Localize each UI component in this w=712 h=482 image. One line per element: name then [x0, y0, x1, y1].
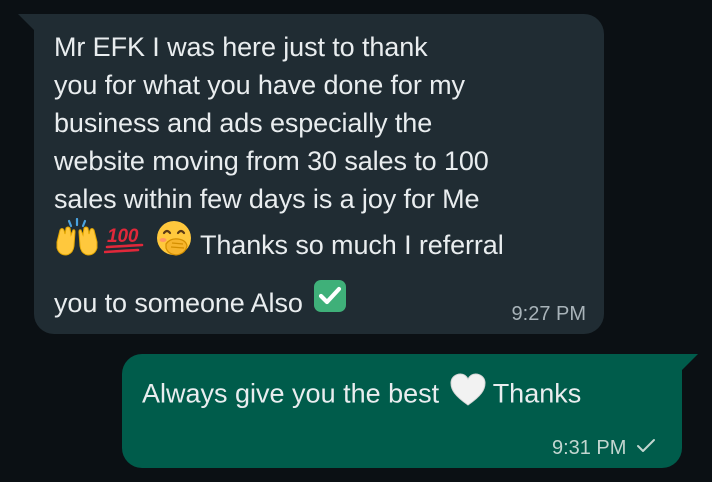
- sent-check-icon: [636, 437, 656, 460]
- hundred-points-icon: 100: [103, 218, 148, 276]
- message-line: Mr EFK I was here just to thank: [54, 32, 428, 62]
- message-line: business and ads especially the: [54, 108, 433, 138]
- message-line: sales within few days is a joy for Me: [54, 184, 480, 214]
- message-text-best: Always give you the best: [142, 378, 440, 409]
- message-text-thanks: Thanks so much I referral: [200, 230, 504, 261]
- message-text-thanks: Thanks: [492, 378, 582, 409]
- incoming-message-text: Mr EFK I was here just to thank you for …: [54, 28, 594, 332]
- outgoing-message-text: Always give you the best Thanks: [142, 372, 581, 419]
- message-line: you for what you have done for my: [54, 70, 465, 100]
- svg-text:100: 100: [107, 226, 139, 247]
- message-text-referral: you to someone Also: [54, 288, 303, 318]
- message-timestamp: 9:31 PM: [551, 436, 627, 459]
- bubble-tail: [18, 14, 36, 32]
- message-meta: 9:31 PM: [552, 437, 656, 460]
- raised-hands-icon: [54, 217, 100, 276]
- face-with-hand-over-mouth-icon: [152, 218, 196, 276]
- white-heart-icon: [449, 372, 487, 419]
- message-timestamp: 9:27 PM: [511, 303, 586, 325]
- outgoing-message-bubble[interactable]: Always give you the best Thanks 9:31 PM: [122, 354, 698, 468]
- incoming-message-bubble[interactable]: Mr EFK I was here just to thank you for …: [18, 14, 604, 334]
- message-line-emoji: 100 Thanks so much I referral: [54, 217, 594, 276]
- check-mark-button-icon: [312, 278, 348, 332]
- message-line: website moving from 30 sales to 100: [54, 146, 489, 176]
- bubble-tail: [680, 354, 698, 372]
